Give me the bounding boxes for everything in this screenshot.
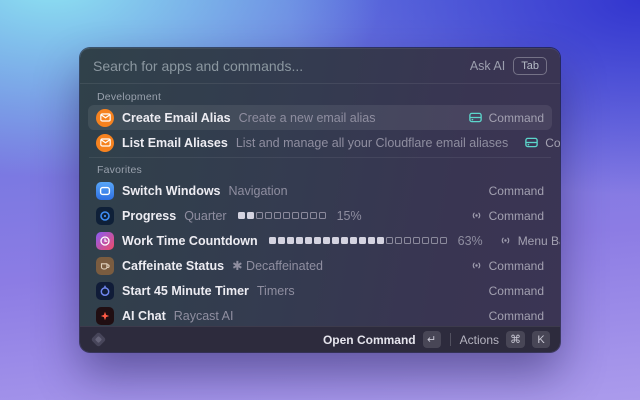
search-bar: Ask AI Tab (80, 48, 560, 84)
broadcast-icon (470, 209, 483, 222)
terminal-command-icon (524, 135, 539, 150)
open-command-button[interactable]: Open Command (323, 333, 416, 347)
search-input[interactable] (93, 58, 462, 74)
caffeinate-status-icon (96, 257, 114, 275)
progress-percent: 15% (337, 209, 362, 223)
progress-bar (238, 212, 326, 219)
ask-ai-label[interactable]: Ask AI (470, 59, 505, 73)
item-type-label: Menu Bar Command (518, 234, 560, 248)
item-type-label: Command (489, 309, 544, 323)
item-subtitle: Raycast AI (174, 309, 234, 323)
cloudflare-email-icon (96, 109, 114, 127)
list-item-work-time-countdown[interactable]: Work Time Countdown 63% Menu Bar Command (88, 228, 552, 253)
terminal-command-icon (468, 110, 483, 125)
actions-button[interactable]: Actions (460, 333, 499, 347)
footer-divider (450, 333, 451, 346)
item-title: Create Email Alias (122, 111, 231, 125)
item-subtitle: Timers (257, 284, 295, 298)
item-subtitle: Quarter (184, 209, 226, 223)
item-title: Start 45 Minute Timer (122, 284, 249, 298)
item-type-label: Command (489, 284, 544, 298)
timer-icon (96, 282, 114, 300)
item-type-label: Command (489, 111, 544, 125)
broadcast-icon (470, 259, 483, 272)
command-list: Development Create Email Alias Create a … (80, 84, 560, 328)
cmd-keycap: ⌘ (506, 331, 525, 348)
progress-icon (96, 207, 114, 225)
raycast-logo-icon[interactable] (91, 332, 107, 348)
item-title: AI Chat (122, 309, 166, 323)
item-title: Caffeinate Status (122, 259, 224, 273)
progress-percent: 63% (458, 234, 483, 248)
return-keycap: ↵ (423, 331, 441, 348)
broadcast-icon (499, 234, 512, 247)
item-title: Progress (122, 209, 176, 223)
tab-keycap[interactable]: Tab (513, 57, 547, 75)
list-item-list-email-aliases[interactable]: List Email Aliases List and manage all y… (88, 130, 552, 155)
item-subtitle: Navigation (229, 184, 288, 198)
item-subtitle: List and manage all your Cloudflare emai… (236, 136, 508, 150)
ai-chat-icon (96, 307, 114, 325)
list-item-progress[interactable]: Progress Quarter 15% Command (88, 203, 552, 228)
section-divider (89, 157, 551, 158)
raycast-launcher-window: Ask AI Tab Development Create Email Alia… (80, 48, 560, 352)
k-keycap: K (532, 331, 550, 348)
list-item-switch-windows[interactable]: Switch Windows Navigation Command (88, 178, 552, 203)
list-item-caffeinate-status[interactable]: Caffeinate Status ✱ Decaffeinated Comman… (88, 253, 552, 278)
item-type-label: Command (489, 259, 544, 273)
progress-bar (269, 237, 447, 244)
item-title: Switch Windows (122, 184, 221, 198)
item-title: Work Time Countdown (122, 234, 258, 248)
item-type-label: Command (545, 136, 560, 150)
work-time-countdown-icon (96, 232, 114, 250)
switch-windows-icon (96, 182, 114, 200)
list-item-start-45-minute-timer[interactable]: Start 45 Minute Timer Timers Command (88, 278, 552, 303)
cloudflare-email-icon (96, 134, 114, 152)
list-item-create-email-alias[interactable]: Create Email Alias Create a new email al… (88, 105, 552, 130)
item-title: List Email Aliases (122, 136, 228, 150)
item-type-label: Command (489, 209, 544, 223)
footer-bar: Open Command ↵ Actions ⌘ K (80, 326, 560, 352)
section-header-development: Development (88, 87, 552, 105)
item-subtitle: Create a new email alias (239, 111, 376, 125)
list-item-ai-chat[interactable]: AI Chat Raycast AI Command (88, 303, 552, 328)
desktop-background: Ask AI Tab Development Create Email Alia… (0, 0, 640, 400)
item-subtitle: ✱ Decaffeinated (232, 258, 323, 273)
item-type-label: Command (489, 184, 544, 198)
section-header-favorites: Favorites (88, 160, 552, 178)
